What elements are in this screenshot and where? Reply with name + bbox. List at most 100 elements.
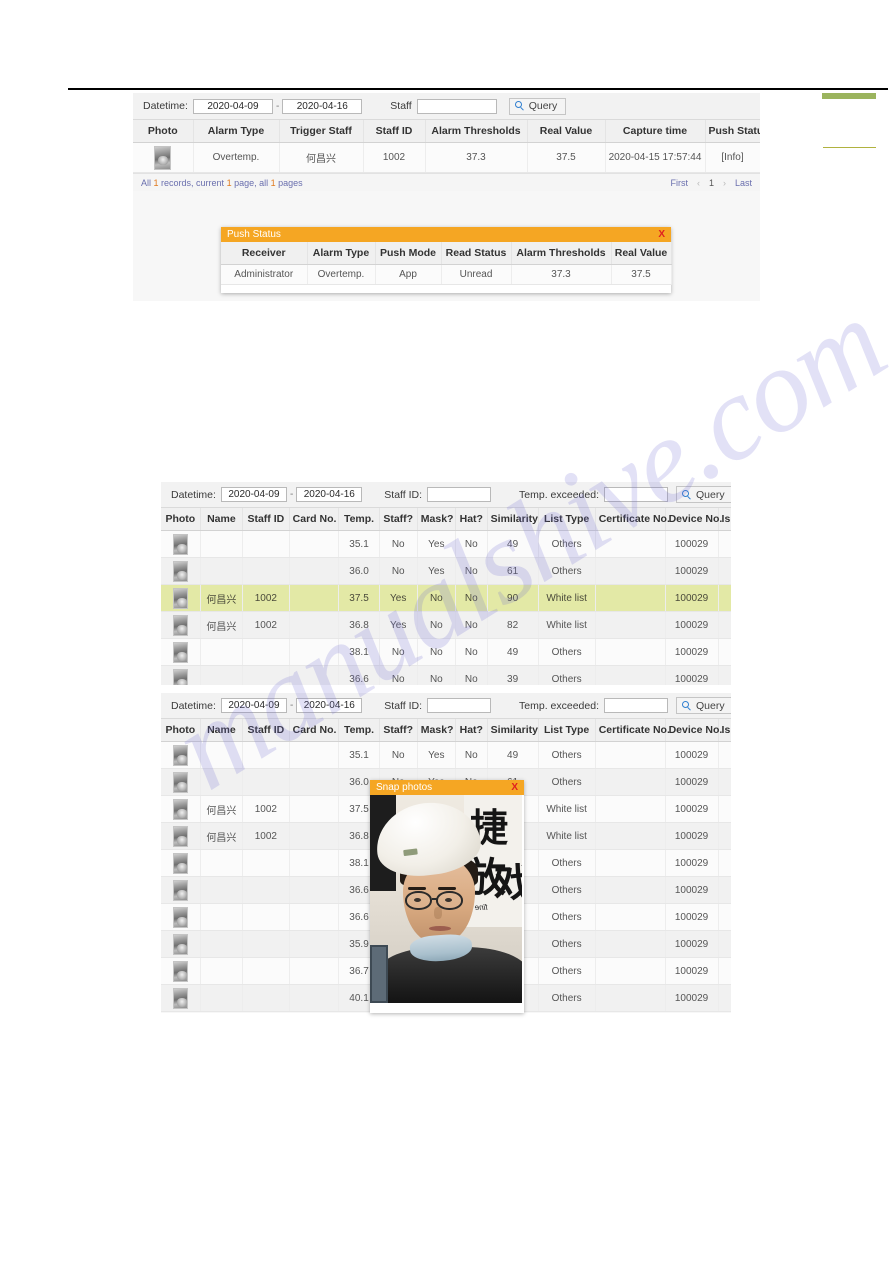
pager-first-button[interactable]: First <box>670 178 688 188</box>
query-button-label: Query <box>696 699 725 712</box>
date-from-input[interactable]: 2020-04-09 <box>220 487 287 502</box>
row-photo[interactable] <box>161 530 201 558</box>
col-temp: Temp. <box>338 508 380 531</box>
row-photo[interactable] <box>161 741 201 769</box>
row-photo[interactable] <box>161 638 201 666</box>
cell-trigger-staff: 何昌兴 <box>279 142 364 173</box>
pager-current-page[interactable]: 1 <box>709 178 714 188</box>
temp-exceeded-input[interactable] <box>604 487 668 502</box>
cell-is-real-t: Yes <box>718 557 731 585</box>
cell-device-no: 100029 <box>665 795 719 823</box>
row-photo[interactable] <box>161 984 201 1012</box>
staff-input[interactable] <box>416 98 497 114</box>
col-staff: Staff? <box>379 719 418 742</box>
cell-certificate-no <box>595 957 666 985</box>
pager-prev-button[interactable]: ‹ <box>697 178 700 188</box>
alarm-toolbar: Datetime: 2020-04-09 - 2020-04-16 Staff … <box>133 93 760 120</box>
pager-last-button[interactable]: Last <box>735 178 752 188</box>
row-photo[interactable] <box>161 849 201 877</box>
cell-list-type: Others <box>538 768 596 796</box>
cell-hat: No <box>455 584 488 612</box>
cell-staff: No <box>379 557 418 585</box>
table-row[interactable]: 36.6NoNoNo39Others100029Yes <box>161 665 731 685</box>
temperature-records-panel: Datetime: 2020-04-09 - 2020-04-16 Staff … <box>161 482 731 685</box>
table-row[interactable]: Administrator Overtemp. App Unread 37.3 … <box>221 264 672 285</box>
row-photo[interactable] <box>161 584 201 612</box>
cell-device-no: 100029 <box>665 611 719 639</box>
table-row[interactable]: 何昌兴100236.8YesNoNo82White list100029Yes <box>161 611 731 639</box>
row-photo[interactable] <box>161 822 201 850</box>
cell-list-type: White list <box>538 584 596 612</box>
cell-device-no: 100029 <box>665 638 719 666</box>
cell-card-no <box>289 984 340 1012</box>
date-to-input[interactable]: 2020-04-16 <box>282 98 363 114</box>
cell-list-type: Others <box>538 557 596 585</box>
row-photo[interactable] <box>161 957 201 985</box>
row-photo[interactable] <box>161 795 201 823</box>
col-alarm-thresholds: Alarm Thresholds <box>425 120 528 143</box>
table-row[interactable]: 35.1NoYesNo49Others100029Yes <box>161 530 731 558</box>
table-row[interactable]: 35.1NoYesNo49Others100029Yes <box>161 741 731 769</box>
cell-staff: No <box>379 638 418 666</box>
person-thumbnail-icon <box>172 771 188 793</box>
cell-temp: 38.1 <box>338 638 380 666</box>
cell-device-no: 100029 <box>665 930 719 958</box>
records-table-body: 35.1NoYesNo49Others100029Yes36.0NoYesNo6… <box>161 530 731 685</box>
push-dialog-titlebar: Push Status X <box>221 227 671 242</box>
cell-staff-id <box>242 557 290 585</box>
date-to-input[interactable]: 2020-04-16 <box>296 487 363 502</box>
query-button[interactable]: Query <box>676 486 731 503</box>
cell-name: 何昌兴 <box>200 584 244 612</box>
push-dialog-title: Push Status <box>227 229 281 240</box>
cell-list-type: Others <box>538 665 596 685</box>
date-from-input[interactable]: 2020-04-09 <box>220 698 287 713</box>
query-button[interactable]: Query <box>508 97 567 115</box>
staff-id-input[interactable] <box>427 487 492 502</box>
photo-glasses-bridge <box>432 898 437 900</box>
row-photo[interactable] <box>161 665 201 685</box>
close-icon[interactable]: X <box>658 227 665 242</box>
cell-staff-id: 1002 <box>242 795 290 823</box>
date-to-input[interactable]: 2020-04-16 <box>296 698 363 713</box>
row-photo[interactable] <box>161 557 201 585</box>
close-icon[interactable]: X <box>511 780 518 795</box>
snap-table-header-row: Photo Name Staff ID Card No. Temp. Staff? Mask… <box>161 719 731 742</box>
cell-mask: Yes <box>417 557 456 585</box>
cell-similarity: 90 <box>487 584 539 612</box>
person-thumbnail-icon <box>172 933 188 955</box>
col-device-no: Device No. <box>665 508 722 531</box>
temp-exceeded-input[interactable] <box>604 698 668 713</box>
table-row[interactable]: 36.0NoYesNo61Others100029Yes <box>161 557 731 585</box>
col-mask: Mask? <box>417 719 456 742</box>
table-row[interactable]: 何昌兴100237.5YesNoNo90White list100029Yes <box>161 584 731 612</box>
table-row[interactable]: Overtemp. 何昌兴 1002 37.3 37.5 2020-04-15 … <box>133 142 760 173</box>
row-photo[interactable] <box>161 768 201 796</box>
push-status-info-link[interactable]: [Info] <box>705 142 760 173</box>
row-photo[interactable] <box>161 876 201 904</box>
photo-bucket-label <box>403 848 418 857</box>
cell-temp: 36.6 <box>338 665 380 685</box>
col-hat: Hat? <box>455 719 488 742</box>
cell-temp: 35.1 <box>338 741 380 769</box>
cell-card-no <box>289 876 340 904</box>
row-photo[interactable] <box>161 903 201 931</box>
cell-mask: No <box>417 584 456 612</box>
cell-card-no <box>289 584 340 612</box>
row-photo[interactable] <box>161 611 201 639</box>
pager-next-button[interactable]: › <box>723 178 726 188</box>
date-from-input[interactable]: 2020-04-09 <box>192 98 273 114</box>
staff-id-input[interactable] <box>427 698 492 713</box>
table-row[interactable]: 38.1NoNoNo49Others100029Yes <box>161 638 731 666</box>
snap-toolbar: Datetime: 2020-04-09 - 2020-04-16 Staff … <box>161 693 731 719</box>
cell-staff-id <box>242 849 290 877</box>
col-staff: Staff? <box>379 508 418 531</box>
cell-list-type: Others <box>538 984 596 1012</box>
col-staff-id: Staff ID <box>242 508 290 531</box>
cell-hat: No <box>455 557 488 585</box>
cell-name <box>200 768 244 796</box>
query-button[interactable]: Query <box>676 697 731 714</box>
col-read-status: Read Status <box>441 242 512 265</box>
row-photo[interactable] <box>161 930 201 958</box>
cell-name: 何昌兴 <box>200 611 244 639</box>
row-photo[interactable] <box>133 142 194 173</box>
